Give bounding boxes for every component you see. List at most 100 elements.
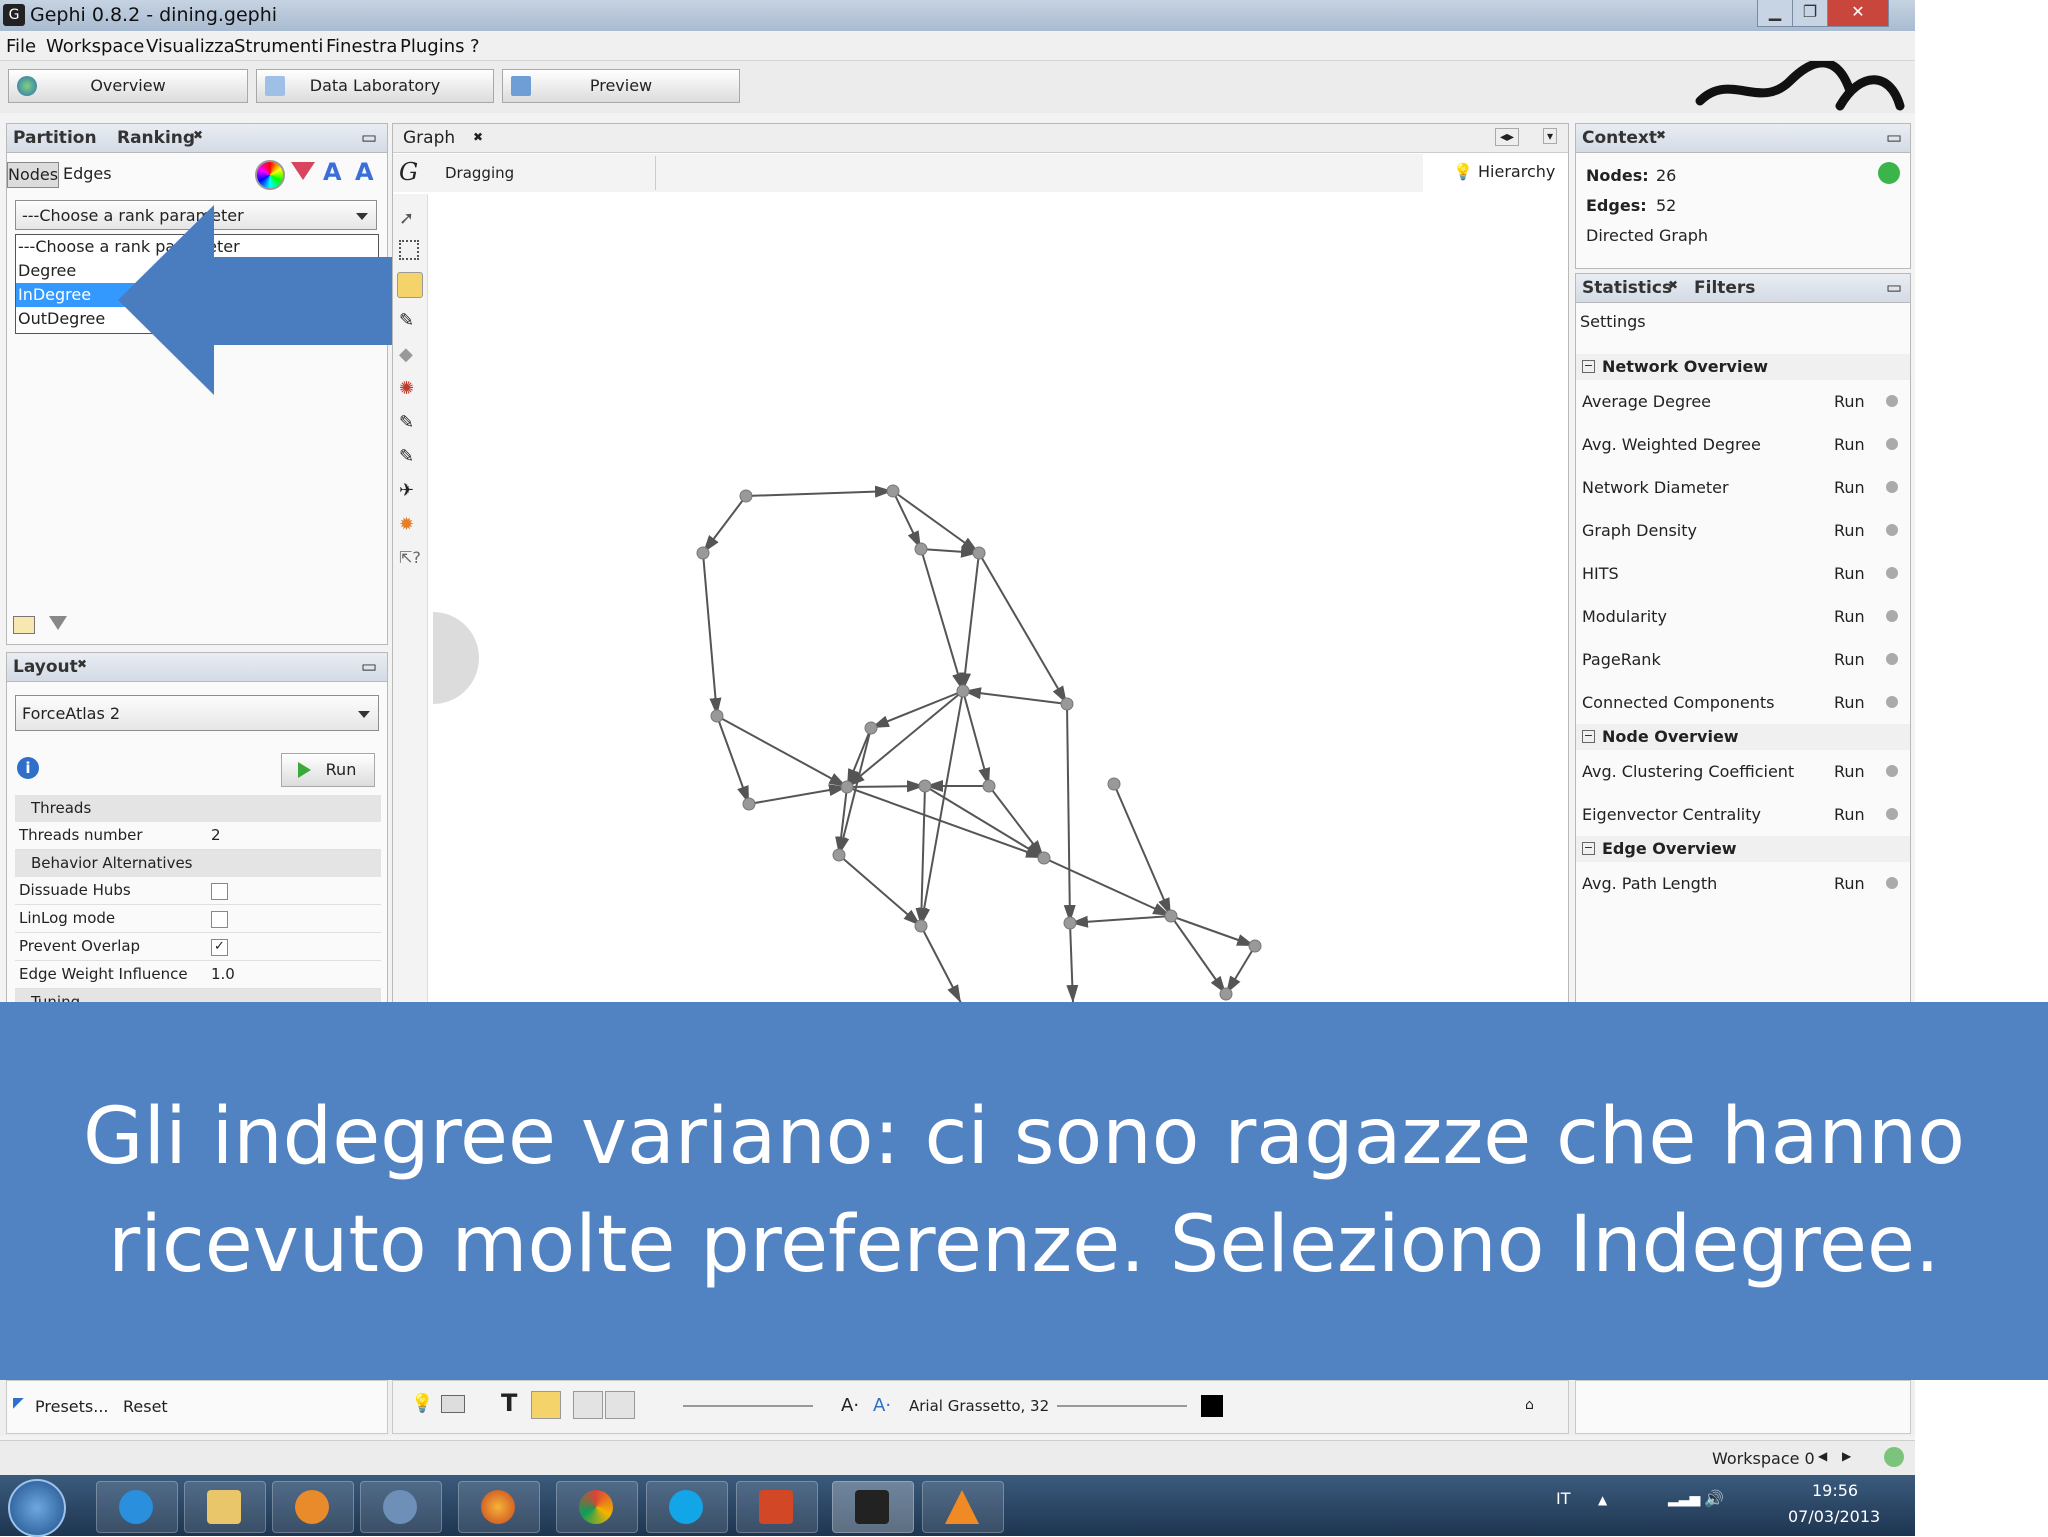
run-button[interactable]: Run bbox=[1834, 595, 1865, 638]
layout-tab-close-icon[interactable]: ✖ bbox=[77, 657, 87, 671]
menu-file[interactable]: File bbox=[6, 36, 36, 57]
label-size-icon[interactable]: A bbox=[355, 158, 374, 186]
font-size-slider[interactable] bbox=[1057, 1405, 1187, 1407]
tab-context[interactable]: Context bbox=[1582, 128, 1657, 148]
tab-statistics[interactable]: Statistics bbox=[1582, 278, 1672, 298]
lock-icon[interactable]: ⌂ bbox=[1525, 1397, 1534, 1413]
clock-time[interactable]: 19:56 bbox=[1812, 1481, 1858, 1500]
context-tab-close-icon[interactable]: ✖ bbox=[1656, 128, 1666, 142]
taskbar-ie[interactable] bbox=[96, 1481, 178, 1533]
volume-icon[interactable]: 🔊 bbox=[1704, 1489, 1724, 1508]
tab-filters[interactable]: Filters bbox=[1694, 278, 1755, 298]
edge-weight-row[interactable]: Edge Weight Influence 1.0 bbox=[15, 961, 381, 989]
screenshot-icon[interactable] bbox=[441, 1395, 465, 1413]
network-icon[interactable]: ▂▃▅ bbox=[1668, 1491, 1700, 1507]
taskbar-media[interactable] bbox=[272, 1481, 354, 1533]
minimize-panel-icon[interactable]: ▭ bbox=[361, 657, 377, 677]
language-indicator[interactable]: IT bbox=[1556, 1489, 1571, 1508]
presets-button[interactable]: Presets... bbox=[35, 1397, 108, 1416]
close-button[interactable]: ✕ bbox=[1827, 0, 1889, 27]
menu-finestra[interactable]: Finestra bbox=[326, 36, 397, 57]
taskbar-firefox[interactable] bbox=[458, 1481, 540, 1533]
statistics-tab-close-icon[interactable]: ✖ bbox=[1668, 278, 1678, 292]
taskbar-chrome[interactable] bbox=[556, 1481, 638, 1533]
behavior-group[interactable]: Behavior Alternatives bbox=[15, 850, 381, 877]
edges-subtab[interactable]: Edges bbox=[63, 162, 112, 186]
taskbar-explorer[interactable] bbox=[184, 1481, 266, 1533]
tab-layout[interactable]: Layout bbox=[13, 657, 78, 677]
text-t-icon[interactable]: T bbox=[501, 1389, 517, 1417]
label-highlight-icon[interactable] bbox=[531, 1391, 561, 1419]
run-button[interactable]: Run bbox=[1834, 681, 1865, 724]
lightbulb-icon[interactable]: 💡 bbox=[411, 1393, 433, 1414]
menu-visualizza[interactable]: Visualizza bbox=[146, 36, 235, 57]
ranking-tab-close-icon[interactable]: ✖ bbox=[193, 128, 203, 142]
edge-color-icon[interactable] bbox=[605, 1391, 635, 1419]
preview-button[interactable]: Preview bbox=[502, 69, 740, 103]
nodes-subtab[interactable]: Nodes bbox=[7, 162, 59, 188]
run-button[interactable]: Run bbox=[1834, 750, 1865, 793]
workspace-label[interactable]: Workspace 0 bbox=[1712, 1449, 1815, 1468]
workspace-next-icon[interactable]: ▶ bbox=[1842, 1449, 1851, 1463]
size-diamond-icon[interactable] bbox=[291, 162, 315, 180]
table-view-icon[interactable] bbox=[13, 616, 35, 634]
run-button[interactable]: Run bbox=[1834, 862, 1865, 905]
start-button[interactable] bbox=[8, 1479, 66, 1537]
color-wheel-icon[interactable] bbox=[255, 160, 285, 190]
taskbar-vlc[interactable] bbox=[922, 1481, 1004, 1533]
tab-partition[interactable]: Partition bbox=[13, 128, 97, 148]
menu-workspace[interactable]: Workspace bbox=[46, 36, 144, 57]
taskbar-powerpoint[interactable] bbox=[736, 1481, 818, 1533]
run-button[interactable]: Run bbox=[1834, 552, 1865, 595]
layout-algorithm-dropdown[interactable]: ForceAtlas 2 bbox=[15, 695, 379, 731]
gephi-icon bbox=[855, 1490, 889, 1524]
size-slider[interactable] bbox=[683, 1405, 813, 1407]
menu-help[interactable]: ? bbox=[470, 36, 480, 57]
filter-icon[interactable] bbox=[49, 616, 67, 630]
run-button[interactable]: Run bbox=[1834, 466, 1865, 509]
threads-group[interactable]: Threads bbox=[15, 795, 381, 822]
run-button[interactable]: Run bbox=[1834, 423, 1865, 466]
refresh-icon[interactable] bbox=[1878, 162, 1900, 184]
network-graph[interactable] bbox=[393, 124, 1568, 1003]
taskbar-gephi[interactable] bbox=[832, 1481, 914, 1533]
font-size-down-icon[interactable]: A· bbox=[841, 1395, 859, 1416]
run-button[interactable]: Run bbox=[1834, 509, 1865, 552]
label-color-icon[interactable]: A bbox=[323, 158, 342, 186]
menu-strumenti[interactable]: Strumenti bbox=[234, 36, 323, 57]
minimize-button[interactable]: ▁ bbox=[1757, 0, 1793, 27]
threads-number-row[interactable]: Threads number 2 bbox=[15, 822, 381, 850]
info-icon[interactable]: i bbox=[17, 757, 39, 779]
node-overview-header[interactable]: − Node Overview bbox=[1576, 724, 1910, 750]
taskbar-skype[interactable] bbox=[646, 1481, 728, 1533]
network-overview-header[interactable]: − Network Overview bbox=[1576, 354, 1910, 380]
edge-overview-header[interactable]: − Edge Overview bbox=[1576, 836, 1910, 862]
overview-button[interactable]: Overview bbox=[8, 69, 248, 103]
minimize-panel-icon[interactable]: ▭ bbox=[361, 128, 377, 148]
tab-ranking[interactable]: Ranking bbox=[117, 128, 195, 148]
reset-button[interactable]: Reset bbox=[123, 1397, 168, 1416]
maximize-button[interactable]: ❐ bbox=[1792, 0, 1828, 27]
font-color-icon[interactable]: A· bbox=[873, 1395, 891, 1416]
data-laboratory-button[interactable]: Data Laboratory bbox=[256, 69, 494, 103]
settings-link[interactable]: Settings bbox=[1580, 312, 1646, 331]
minimize-panel-icon[interactable]: ▭ bbox=[1886, 128, 1902, 148]
edge-toggle-icon[interactable] bbox=[573, 1391, 603, 1419]
prevent-overlap-checkbox[interactable]: ✓ bbox=[211, 939, 228, 956]
menu-plugins[interactable]: Plugins bbox=[400, 36, 464, 57]
run-button[interactable]: Run bbox=[1834, 793, 1865, 836]
layout-properties: Threads Threads number 2 Behavior Alterna… bbox=[15, 795, 381, 1016]
minimize-panel-icon[interactable]: ▭ bbox=[1886, 278, 1902, 298]
dissuade-hubs-checkbox[interactable] bbox=[211, 883, 228, 900]
color-swatch[interactable] bbox=[1201, 1395, 1223, 1417]
notification-icon[interactable] bbox=[1884, 1447, 1904, 1467]
font-name[interactable]: Arial Grassetto, 32 bbox=[909, 1397, 1049, 1415]
workspace-prev-icon[interactable]: ◀ bbox=[1818, 1449, 1827, 1463]
run-button[interactable]: Run bbox=[1834, 638, 1865, 681]
run-button[interactable]: Run bbox=[1834, 380, 1865, 423]
taskbar-tool[interactable] bbox=[360, 1481, 442, 1533]
run-layout-button[interactable]: Run bbox=[281, 753, 375, 787]
tray-expand-icon[interactable]: ▲ bbox=[1598, 1493, 1607, 1507]
clock-date[interactable]: 07/03/2013 bbox=[1788, 1507, 1880, 1526]
linlog-checkbox[interactable] bbox=[211, 911, 228, 928]
